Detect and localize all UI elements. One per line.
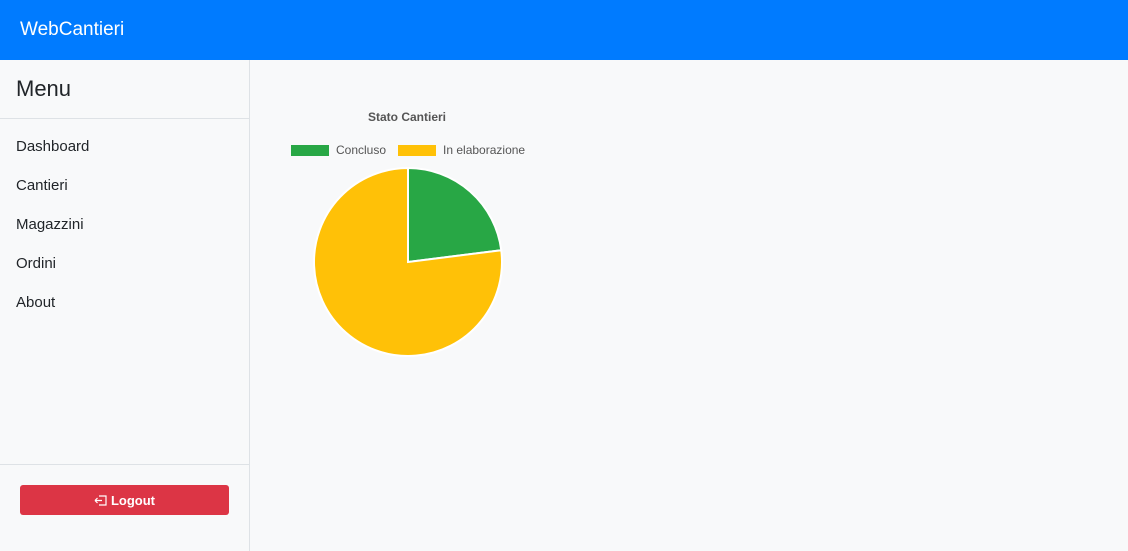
logout-icon (94, 494, 107, 506)
legend-label-in-elaborazione: In elaborazione (443, 143, 526, 157)
top-navbar: WebCantieri (0, 0, 1128, 60)
main-content: Stato Cantieri Concluso In elaborazione (250, 60, 1128, 551)
legend-swatch-in-elaborazione (398, 144, 437, 156)
chart-title: Stato Cantieri (367, 110, 446, 124)
sidebar-item-cantieri[interactable]: Cantieri (0, 166, 249, 205)
sidebar-nav: Dashboard Cantieri Magazzini Ordini Abou… (0, 127, 249, 322)
sidebar-item-about[interactable]: About (0, 283, 249, 322)
sidebar-divider-bottom (0, 464, 249, 465)
chart-legend: Concluso In elaborazione (291, 143, 537, 157)
sidebar-item-magazzini[interactable]: Magazzini (0, 205, 249, 244)
sidebar-item-dashboard[interactable]: Dashboard (0, 127, 249, 166)
legend-item-concluso[interactable]: Concluso (291, 143, 386, 157)
pie-chart (313, 167, 503, 357)
app-brand[interactable]: WebCantieri (20, 17, 124, 43)
sidebar-divider (0, 118, 249, 119)
sidebar-title: Menu (16, 76, 72, 101)
legend-label-concluso: Concluso (336, 143, 387, 157)
legend-item-in-elaborazione[interactable]: In elaborazione (398, 143, 525, 157)
sidebar-item-ordini[interactable]: Ordini (0, 244, 249, 283)
logout-button[interactable]: Logout (20, 485, 229, 515)
pie-slice-concluso[interactable] (407, 167, 503, 264)
logout-label: Logout (110, 492, 156, 508)
sidebar: Menu Dashboard Cantieri Magazzini Ordini… (0, 60, 250, 551)
legend-swatch-concluso (291, 144, 329, 156)
